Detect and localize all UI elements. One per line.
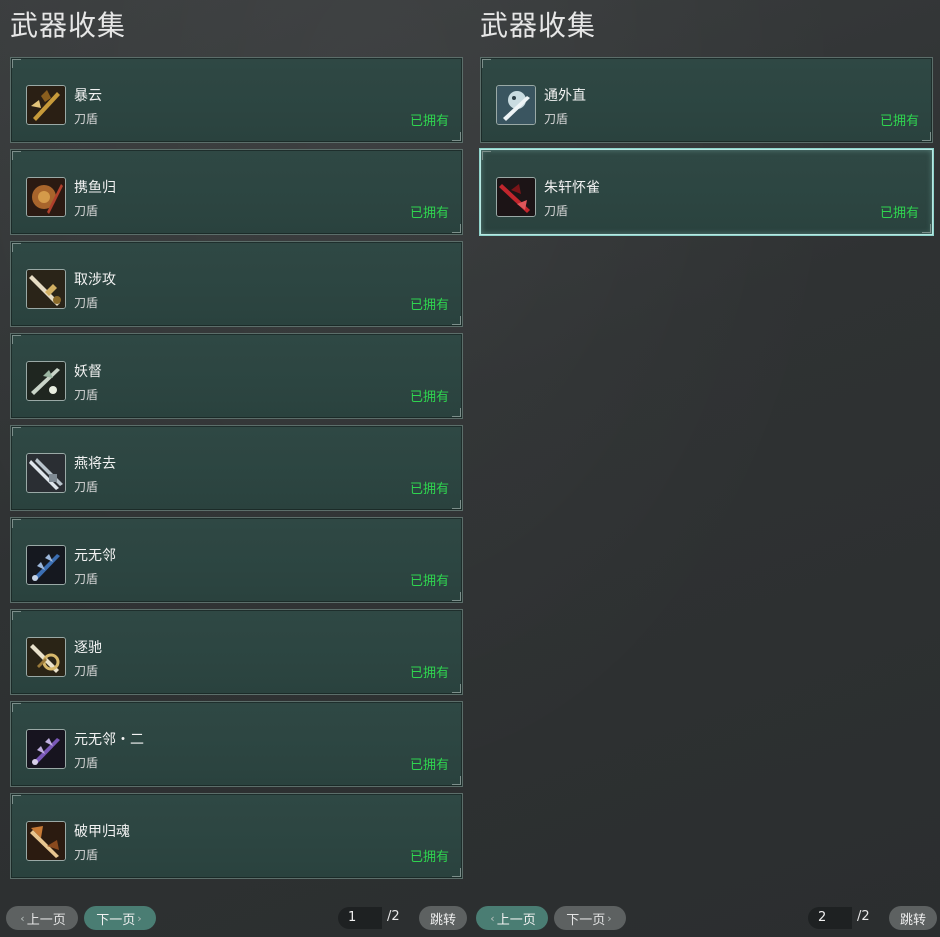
weapon-name: 通外直 [544, 88, 586, 104]
weapon-name: 破甲归魂 [74, 824, 130, 840]
weapon-type: 刀盾 [74, 848, 99, 862]
weapon-name: 朱轩怀雀 [544, 180, 600, 196]
weapon-type: 刀盾 [74, 296, 99, 310]
crimson-blade-icon [496, 177, 536, 217]
next-page-label: 下一页 [566, 912, 606, 928]
weapon-type: 刀盾 [74, 664, 99, 678]
golden-spiked-blade-icon [26, 85, 66, 125]
weapon-type: 刀盾 [544, 112, 569, 126]
page-total: /2 [387, 909, 400, 924]
owned-status: 已拥有 [409, 850, 449, 865]
panel-title: 武器收集 [480, 9, 597, 42]
silver-twin-blade-icon [26, 453, 66, 493]
weapon-name: 携鱼归 [74, 180, 116, 196]
purple-spiked-blade-icon [26, 729, 66, 769]
chevron-left-icon: ‹ [20, 911, 25, 925]
weapon-card[interactable]: 携鱼归 刀盾 已拥有 [10, 149, 463, 235]
weapon-name: 取涉攻 [74, 272, 116, 288]
page-number-input[interactable]: 1 [338, 907, 382, 929]
weapon-card-selected[interactable]: 朱轩怀雀 刀盾 已拥有 [480, 149, 933, 235]
weapon-type: 刀盾 [74, 112, 99, 126]
owned-status: 已拥有 [409, 298, 449, 313]
next-page-button[interactable]: 下一页 › [554, 906, 626, 930]
weapon-collection-panel-left: 武器收集 暴云 刀盾 已拥有 携鱼归 刀盾 已拥有 取涉攻 刀盾 已拥有 妖督 … [0, 0, 470, 937]
weapon-name: 暴云 [74, 88, 102, 104]
jade-blade-icon [26, 361, 66, 401]
panel-title: 武器收集 [10, 9, 127, 42]
weapon-name: 元无邻 [74, 548, 116, 564]
weapon-collection-screen: 武器收集 暴云 刀盾 已拥有 携鱼归 刀盾 已拥有 取涉攻 刀盾 已拥有 妖督 … [0, 0, 940, 937]
page-total: /2 [857, 909, 870, 924]
chevron-left-icon: ‹ [490, 911, 495, 925]
weapon-card[interactable]: 通外直 刀盾 已拥有 [480, 57, 933, 143]
ornate-golden-sword-icon [26, 269, 66, 309]
round-bronze-shield-icon [26, 177, 66, 217]
weapon-name: 燕将去 [74, 456, 116, 472]
owned-status: 已拥有 [409, 390, 449, 405]
jump-button[interactable]: 跳转 [419, 906, 467, 930]
next-page-label: 下一页 [96, 912, 136, 928]
chevron-right-icon: › [137, 911, 142, 925]
weapon-type: 刀盾 [544, 204, 569, 218]
owned-status: 已拥有 [879, 114, 919, 129]
chevron-right-icon: › [607, 911, 612, 925]
blue-spiked-blade-icon [26, 545, 66, 585]
weapon-type: 刀盾 [74, 756, 99, 770]
weapon-type: 刀盾 [74, 204, 99, 218]
bronze-axe-blade-icon [26, 821, 66, 861]
owned-status: 已拥有 [409, 114, 449, 129]
prev-page-button[interactable]: ‹ 上一页 [6, 906, 78, 930]
weapon-name: 逐驰 [74, 640, 102, 656]
prev-page-button[interactable]: ‹ 上一页 [476, 906, 548, 930]
prev-page-label: 上一页 [26, 912, 66, 928]
owned-status: 已拥有 [409, 666, 449, 681]
weapon-card[interactable]: 暴云 刀盾 已拥有 [10, 57, 463, 143]
weapon-type: 刀盾 [74, 388, 99, 402]
weapon-card[interactable]: 元无邻・二 刀盾 已拥有 [10, 701, 463, 787]
owned-status: 已拥有 [409, 206, 449, 221]
owned-status: 已拥有 [409, 482, 449, 497]
weapon-card[interactable]: 破甲归魂 刀盾 已拥有 [10, 793, 463, 879]
weapon-card[interactable]: 取涉攻 刀盾 已拥有 [10, 241, 463, 327]
weapon-card[interactable]: 燕将去 刀盾 已拥有 [10, 425, 463, 511]
weapon-card[interactable]: 元无邻 刀盾 已拥有 [10, 517, 463, 603]
jump-button[interactable]: 跳转 [889, 906, 937, 930]
owned-status: 已拥有 [879, 206, 919, 221]
page-number-input[interactable]: 2 [808, 907, 852, 929]
weapon-collection-panel-right: 武器收集 通外直 刀盾 已拥有 朱轩怀雀 刀盾 已拥有 ‹ 上一页 下一页 › … [470, 0, 940, 937]
weapon-name: 元无邻・二 [74, 732, 144, 748]
weapon-card[interactable]: 逐驰 刀盾 已拥有 [10, 609, 463, 695]
weapon-card[interactable]: 妖督 刀盾 已拥有 [10, 333, 463, 419]
prev-page-label: 上一页 [496, 912, 536, 928]
white-beast-blade-icon [496, 85, 536, 125]
gold-ring-blade-icon [26, 637, 66, 677]
owned-status: 已拥有 [409, 574, 449, 589]
weapon-type: 刀盾 [74, 480, 99, 494]
owned-status: 已拥有 [409, 758, 449, 773]
next-page-button[interactable]: 下一页 › [84, 906, 156, 930]
weapon-name: 妖督 [74, 364, 102, 380]
weapon-type: 刀盾 [74, 572, 99, 586]
